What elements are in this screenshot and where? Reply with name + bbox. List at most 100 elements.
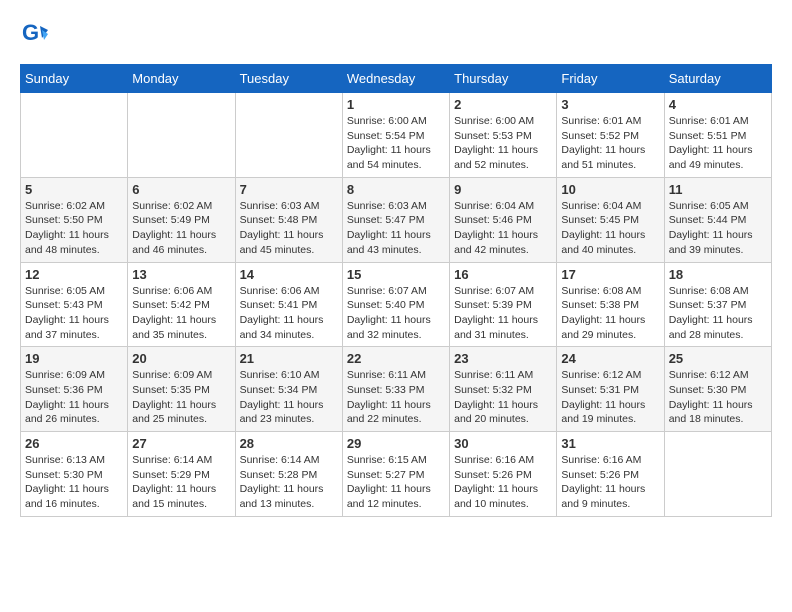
day-info: Sunrise: 6:07 AM Sunset: 5:40 PM Dayligh… — [347, 284, 445, 343]
calendar-cell: 30 Sunrise: 6:16 AM Sunset: 5:26 PM Dayli… — [450, 432, 557, 517]
calendar-cell: 12Sunrise: 6:05 AM Sunset: 5:43 PM Dayli… — [21, 262, 128, 347]
calendar-week-row: 5Sunrise: 6:02 AM Sunset: 5:50 PM Daylig… — [21, 177, 772, 262]
calendar-cell: 4 Sunrise: 6:01 AM Sunset: 5:51 PM Daylig… — [664, 93, 771, 178]
day-info: Sunrise: 6:10 AM Sunset: 5:34 PM Dayligh… — [240, 368, 338, 427]
day-info: Sunrise: 6:06 AM Sunset: 5:41 PM Dayligh… — [240, 284, 338, 343]
calendar-cell: 10 Sunrise: 6:04 AM Sunset: 5:45 PM Dayli… — [557, 177, 664, 262]
day-info: Sunrise: 6:14 AM Sunset: 5:28 PM Dayligh… — [240, 453, 338, 512]
day-number: 7 — [240, 182, 338, 197]
day-number: 17 — [561, 267, 659, 282]
day-info: Sunrise: 6:11 AM Sunset: 5:32 PM Dayligh… — [454, 368, 552, 427]
calendar-cell: 22Sunrise: 6:11 AM Sunset: 5:33 PM Dayli… — [342, 347, 449, 432]
calendar-cell — [235, 93, 342, 178]
day-number: 24 — [561, 351, 659, 366]
day-info: Sunrise: 6:15 AM Sunset: 5:27 PM Dayligh… — [347, 453, 445, 512]
calendar-cell: 6 Sunrise: 6:02 AM Sunset: 5:49 PM Daylig… — [128, 177, 235, 262]
day-info: Sunrise: 6:09 AM Sunset: 5:36 PM Dayligh… — [25, 368, 123, 427]
day-info: Sunrise: 6:12 AM Sunset: 5:31 PM Dayligh… — [561, 368, 659, 427]
day-number: 21 — [240, 351, 338, 366]
weekday-header: Saturday — [664, 65, 771, 93]
day-number: 3 — [561, 97, 659, 112]
calendar-cell — [21, 93, 128, 178]
weekday-header: Monday — [128, 65, 235, 93]
day-info: Sunrise: 6:09 AM Sunset: 5:35 PM Dayligh… — [132, 368, 230, 427]
day-number: 4 — [669, 97, 767, 112]
day-number: 10 — [561, 182, 659, 197]
calendar-cell: 27 Sunrise: 6:14 AM Sunset: 5:29 PM Dayli… — [128, 432, 235, 517]
day-number: 20 — [132, 351, 230, 366]
day-info: Sunrise: 6:03 AM Sunset: 5:47 PM Dayligh… — [347, 199, 445, 258]
day-info: Sunrise: 6:04 AM Sunset: 5:46 PM Dayligh… — [454, 199, 552, 258]
day-info: Sunrise: 6:02 AM Sunset: 5:49 PM Dayligh… — [132, 199, 230, 258]
calendar-cell: 28Sunrise: 6:14 AM Sunset: 5:28 PM Dayli… — [235, 432, 342, 517]
calendar-cell: 2 Sunrise: 6:00 AM Sunset: 5:53 PM Daylig… — [450, 93, 557, 178]
calendar-week-row: 19 Sunrise: 6:09 AM Sunset: 5:36 PM Dayli… — [21, 347, 772, 432]
day-number: 6 — [132, 182, 230, 197]
calendar-cell: 21 Sunrise: 6:10 AM Sunset: 5:34 PM Dayli… — [235, 347, 342, 432]
calendar-cell: 13 Sunrise: 6:06 AM Sunset: 5:42 PM Dayli… — [128, 262, 235, 347]
day-number: 1 — [347, 97, 445, 112]
calendar-cell: 26 Sunrise: 6:13 AM Sunset: 5:30 PM Dayli… — [21, 432, 128, 517]
calendar-cell: 7 Sunrise: 6:03 AM Sunset: 5:48 PM Daylig… — [235, 177, 342, 262]
day-info: Sunrise: 6:16 AM Sunset: 5:26 PM Dayligh… — [454, 453, 552, 512]
day-info: Sunrise: 6:01 AM Sunset: 5:52 PM Dayligh… — [561, 114, 659, 173]
day-number: 30 — [454, 436, 552, 451]
day-info: Sunrise: 6:01 AM Sunset: 5:51 PM Dayligh… — [669, 114, 767, 173]
day-number: 31 — [561, 436, 659, 451]
day-info: Sunrise: 6:07 AM Sunset: 5:39 PM Dayligh… — [454, 284, 552, 343]
day-number: 12 — [25, 267, 123, 282]
logo-icon: G — [20, 20, 48, 48]
day-info: Sunrise: 6:06 AM Sunset: 5:42 PM Dayligh… — [132, 284, 230, 343]
calendar-cell: 20 Sunrise: 6:09 AM Sunset: 5:35 PM Dayli… — [128, 347, 235, 432]
day-number: 14 — [240, 267, 338, 282]
day-info: Sunrise: 6:08 AM Sunset: 5:38 PM Dayligh… — [561, 284, 659, 343]
day-info: Sunrise: 6:13 AM Sunset: 5:30 PM Dayligh… — [25, 453, 123, 512]
day-info: Sunrise: 6:14 AM Sunset: 5:29 PM Dayligh… — [132, 453, 230, 512]
day-number: 22 — [347, 351, 445, 366]
day-number: 18 — [669, 267, 767, 282]
day-info: Sunrise: 6:03 AM Sunset: 5:48 PM Dayligh… — [240, 199, 338, 258]
calendar-week-row: 26 Sunrise: 6:13 AM Sunset: 5:30 PM Dayli… — [21, 432, 772, 517]
calendar-week-row: 1 Sunrise: 6:00 AM Sunset: 5:54 PM Daylig… — [21, 93, 772, 178]
calendar-body: 1 Sunrise: 6:00 AM Sunset: 5:54 PM Daylig… — [21, 93, 772, 517]
weekday-header: Tuesday — [235, 65, 342, 93]
day-number: 29 — [347, 436, 445, 451]
day-number: 11 — [669, 182, 767, 197]
calendar-cell: 18Sunrise: 6:08 AM Sunset: 5:37 PM Dayli… — [664, 262, 771, 347]
day-info: Sunrise: 6:02 AM Sunset: 5:50 PM Dayligh… — [25, 199, 123, 258]
calendar-cell: 1 Sunrise: 6:00 AM Sunset: 5:54 PM Daylig… — [342, 93, 449, 178]
day-info: Sunrise: 6:05 AM Sunset: 5:44 PM Dayligh… — [669, 199, 767, 258]
weekday-header: Thursday — [450, 65, 557, 93]
day-info: Sunrise: 6:00 AM Sunset: 5:53 PM Dayligh… — [454, 114, 552, 173]
day-number: 26 — [25, 436, 123, 451]
page-header: G — [20, 20, 772, 48]
day-info: Sunrise: 6:00 AM Sunset: 5:54 PM Dayligh… — [347, 114, 445, 173]
day-number: 16 — [454, 267, 552, 282]
day-number: 19 — [25, 351, 123, 366]
calendar-cell: 9 Sunrise: 6:04 AM Sunset: 5:46 PM Daylig… — [450, 177, 557, 262]
calendar-cell: 8Sunrise: 6:03 AM Sunset: 5:47 PM Daylig… — [342, 177, 449, 262]
calendar-cell: 5Sunrise: 6:02 AM Sunset: 5:50 PM Daylig… — [21, 177, 128, 262]
day-number: 27 — [132, 436, 230, 451]
day-number: 25 — [669, 351, 767, 366]
logo: G — [20, 20, 52, 48]
day-info: Sunrise: 6:04 AM Sunset: 5:45 PM Dayligh… — [561, 199, 659, 258]
day-number: 15 — [347, 267, 445, 282]
calendar-cell: 25Sunrise: 6:12 AM Sunset: 5:30 PM Dayli… — [664, 347, 771, 432]
day-info: Sunrise: 6:16 AM Sunset: 5:26 PM Dayligh… — [561, 453, 659, 512]
calendar-cell: 17 Sunrise: 6:08 AM Sunset: 5:38 PM Dayli… — [557, 262, 664, 347]
day-number: 2 — [454, 97, 552, 112]
calendar-cell: 16 Sunrise: 6:07 AM Sunset: 5:39 PM Dayli… — [450, 262, 557, 347]
calendar-cell: 24 Sunrise: 6:12 AM Sunset: 5:31 PM Dayli… — [557, 347, 664, 432]
calendar-cell: 14 Sunrise: 6:06 AM Sunset: 5:41 PM Dayli… — [235, 262, 342, 347]
day-number: 13 — [132, 267, 230, 282]
calendar-cell: 29 Sunrise: 6:15 AM Sunset: 5:27 PM Dayli… — [342, 432, 449, 517]
weekday-header: Wednesday — [342, 65, 449, 93]
calendar-cell: 11 Sunrise: 6:05 AM Sunset: 5:44 PM Dayli… — [664, 177, 771, 262]
calendar-cell: 19 Sunrise: 6:09 AM Sunset: 5:36 PM Dayli… — [21, 347, 128, 432]
calendar-week-row: 12Sunrise: 6:05 AM Sunset: 5:43 PM Dayli… — [21, 262, 772, 347]
day-number: 9 — [454, 182, 552, 197]
weekday-header: Friday — [557, 65, 664, 93]
calendar-cell: 23Sunrise: 6:11 AM Sunset: 5:32 PM Dayli… — [450, 347, 557, 432]
calendar-cell — [664, 432, 771, 517]
